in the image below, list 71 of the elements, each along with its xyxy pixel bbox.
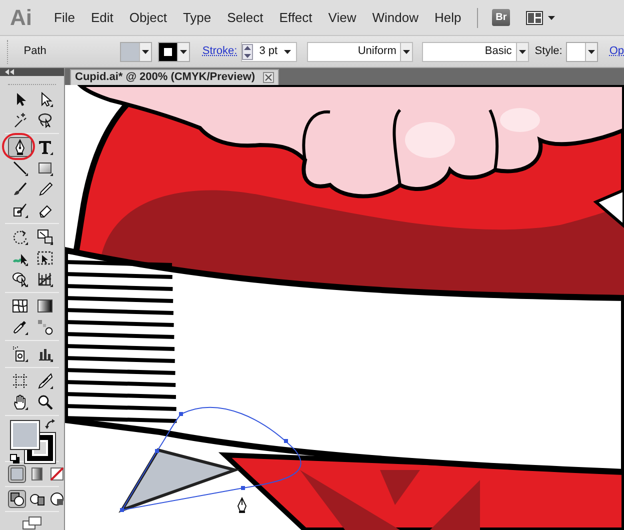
close-icon[interactable] xyxy=(263,72,274,83)
screen-mode-icon xyxy=(22,516,42,530)
gradient-color-mode-icon xyxy=(29,466,45,482)
fill-swatch[interactable] xyxy=(11,420,39,449)
menu-item[interactable]: File xyxy=(46,6,83,30)
caret-icon xyxy=(588,50,596,54)
eyedropper-icon xyxy=(12,318,28,335)
slice-icon xyxy=(36,372,52,389)
caret-icon xyxy=(142,50,150,54)
inside-draw-mode-button[interactable] xyxy=(48,490,66,508)
menu-item[interactable]: Window xyxy=(364,6,426,30)
default-colors-icon[interactable] xyxy=(10,454,20,464)
caret-icon xyxy=(518,50,526,54)
hand-icon xyxy=(12,394,28,410)
bridge-button[interactable]: Br xyxy=(492,9,510,26)
pencil-icon xyxy=(36,180,52,197)
scale-icon xyxy=(36,228,52,245)
stroke-link[interactable]: Stroke: xyxy=(202,43,238,60)
type-icon xyxy=(36,138,52,155)
swap-arrows-icon[interactable] xyxy=(45,418,56,430)
grip-handle[interactable] xyxy=(7,40,10,64)
artboard-icon xyxy=(12,372,28,389)
width-profile-dropdown[interactable]: Uniform xyxy=(306,42,413,62)
menu-item[interactable]: Edit xyxy=(82,6,122,30)
caret-icon xyxy=(548,16,556,20)
normal-draw-mode-icon xyxy=(9,490,25,507)
free-transform-icon xyxy=(36,250,52,266)
menu-item[interactable]: View xyxy=(320,6,364,30)
workspace-switcher[interactable] xyxy=(526,10,556,24)
selected-path[interactable] xyxy=(120,406,302,512)
menu-item[interactable]: Type xyxy=(174,6,220,30)
opacity-link[interactable]: Op xyxy=(609,43,624,60)
magic-wand-icon xyxy=(12,112,28,128)
shape-builder-icon xyxy=(12,270,28,287)
pen-tool-button[interactable] xyxy=(8,136,32,157)
pen-cursor-icon xyxy=(237,496,247,513)
mesh-icon xyxy=(12,298,28,314)
color-color-mode-icon xyxy=(9,466,25,482)
lasso-icon xyxy=(36,112,52,128)
document-tab-title: Cupid.ai* @ 200% (CMYK/Preview) xyxy=(75,70,256,86)
symbol-sprayer-icon xyxy=(12,346,28,362)
menu-item[interactable]: Effect xyxy=(271,6,320,30)
rectangle-icon xyxy=(36,160,52,176)
spinner-icon[interactable] xyxy=(242,44,254,60)
color-color-mode-button[interactable] xyxy=(8,464,26,483)
blend-icon xyxy=(36,318,52,335)
stroke-color-dropdown[interactable] xyxy=(158,42,190,62)
normal-draw-mode-button[interactable] xyxy=(8,490,26,508)
selection-type-label: Path xyxy=(24,44,48,60)
menu-item[interactable]: Object xyxy=(121,6,175,30)
rotate-icon xyxy=(12,228,28,245)
blob-brush-icon xyxy=(12,202,28,218)
none-color-mode-button[interactable] xyxy=(48,464,66,483)
caret-icon xyxy=(284,50,291,54)
screen-mode-button[interactable] xyxy=(20,516,44,530)
caret-icon xyxy=(180,50,188,54)
stroke-weight-field[interactable]: 3 pt xyxy=(241,42,297,62)
gradient-icon xyxy=(36,298,52,314)
perspective-grid-icon xyxy=(36,270,52,287)
fill-color-dropdown[interactable] xyxy=(120,42,152,62)
style-label: Style: xyxy=(534,44,562,60)
line-icon xyxy=(12,160,28,176)
graphic-style-dropdown[interactable] xyxy=(566,42,598,62)
document-tab[interactable]: Cupid.ai* @ 200% (CMYK/Preview) xyxy=(70,69,280,85)
menu-item[interactable]: Select xyxy=(219,6,272,30)
brush-dropdown[interactable]: Basic xyxy=(422,42,529,62)
caret-icon xyxy=(403,50,410,54)
paintbrush-icon xyxy=(12,180,28,197)
zoom-icon xyxy=(36,394,52,410)
menu-item[interactable]: Help xyxy=(426,6,470,30)
app-logo: Ai xyxy=(10,4,32,32)
